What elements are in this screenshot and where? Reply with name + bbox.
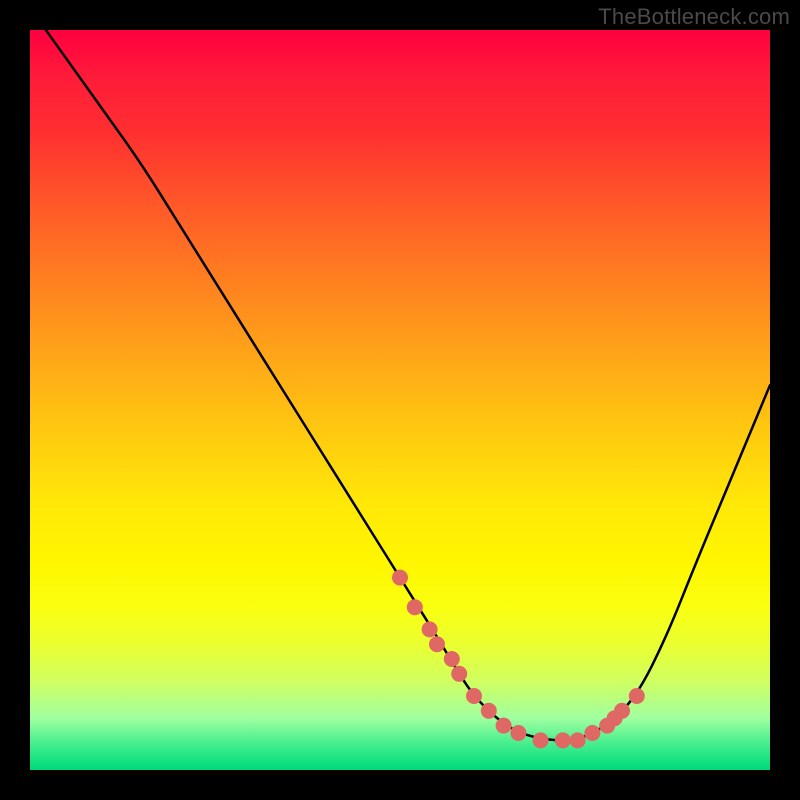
marker-dot [614, 703, 630, 719]
plot-area [30, 30, 770, 770]
marker-dot [444, 651, 460, 667]
marker-dot [407, 599, 423, 615]
watermark-text: TheBottleneck.com [598, 4, 790, 30]
marker-dot [584, 725, 600, 741]
marker-dot [392, 570, 408, 586]
marker-dot [451, 666, 467, 682]
marker-dot [466, 688, 482, 704]
curve-layer [30, 30, 770, 770]
marker-dot [533, 732, 549, 748]
marker-dot [496, 718, 512, 734]
marker-dot [422, 621, 438, 637]
bottleneck-curve [30, 8, 770, 741]
chart-frame: TheBottleneck.com [0, 0, 800, 800]
marker-dot [555, 732, 571, 748]
highlight-markers [392, 570, 645, 749]
marker-dot [570, 732, 586, 748]
marker-dot [510, 725, 526, 741]
marker-dot [481, 703, 497, 719]
marker-dot [429, 636, 445, 652]
marker-dot [629, 688, 645, 704]
